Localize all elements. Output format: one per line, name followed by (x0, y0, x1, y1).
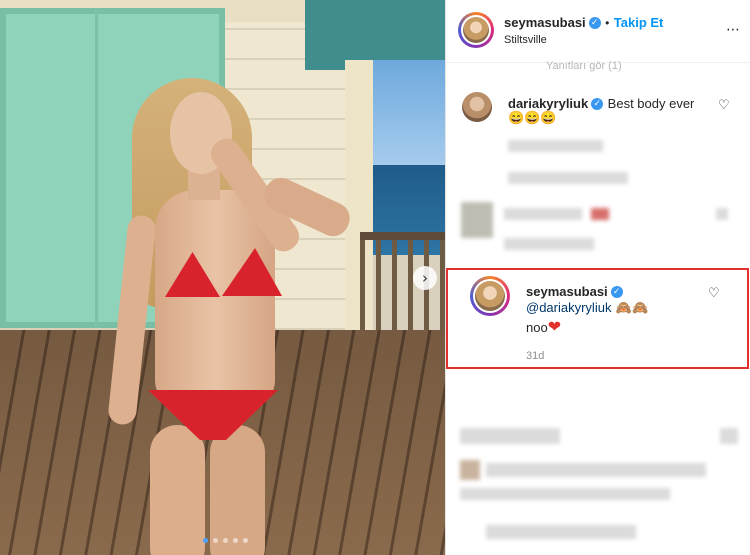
blurred-text (460, 428, 560, 444)
verified-badge-icon: ✓ (588, 16, 601, 29)
blurred-avatar (461, 202, 493, 238)
post-location[interactable]: Stiltsville (504, 34, 547, 46)
blurred-heart (720, 428, 738, 444)
carousel-next-button[interactable]: › (413, 266, 437, 290)
author-avatar[interactable] (458, 12, 494, 48)
post-header: seymasubasi ✓ • Takip Et Stiltsville ⋯ (446, 0, 750, 63)
figure-right-leg (210, 425, 265, 555)
sky (370, 60, 445, 170)
carousel-dot-5 (243, 538, 248, 543)
reply-username[interactable]: seymasubasi (526, 284, 608, 299)
blurred-avatar (460, 460, 480, 480)
carousel-dot-3 (223, 538, 228, 543)
red-heart-icon: ❤ (547, 317, 562, 336)
carousel-dot-2 (213, 538, 218, 543)
comment-text: Best body ever (607, 96, 695, 111)
verified-badge-icon: ✓ (591, 97, 604, 110)
carousel-dots (203, 538, 248, 543)
blurred-emoji (591, 208, 609, 220)
verified-badge-icon: ✓ (610, 285, 623, 298)
reply-emojis: 🙈🙈 (615, 300, 649, 315)
like-heart-icon[interactable]: ♡ (718, 98, 730, 113)
comment-emojis: 😄😄😄 (508, 110, 557, 125)
blurred-text (486, 463, 706, 477)
reply-author-avatar[interactable] (470, 276, 510, 316)
carousel-dot-1 (203, 538, 208, 543)
blurred-text (504, 238, 594, 250)
commenter-avatar[interactable] (462, 92, 492, 122)
more-options-icon[interactable]: ⋯ (726, 22, 741, 38)
blurred-text (508, 140, 603, 152)
view-replies-link[interactable]: Yanıtları gör (1) (546, 60, 622, 72)
reply-like-heart-icon[interactable]: ♡ (708, 286, 720, 301)
commenter-username[interactable]: dariakyryliuk (508, 96, 588, 111)
blurred-text (460, 488, 670, 500)
blurred-heart (716, 208, 728, 220)
post-photo[interactable]: › (0, 0, 445, 555)
reply-mention[interactable]: @dariakyryliuk (526, 300, 611, 315)
reply-text: noo (526, 320, 548, 335)
blurred-text (504, 208, 582, 220)
blurred-text (486, 525, 636, 539)
carousel-dot-4 (233, 538, 238, 543)
follow-button[interactable]: Takip Et (614, 15, 664, 30)
header-separator: • (605, 16, 610, 30)
blurred-text (508, 172, 628, 184)
comments-panel: seymasubasi ✓ • Takip Et Stiltsville ⋯ Ya… (445, 0, 750, 555)
reply-age: 31d (526, 350, 545, 362)
chevron-right-icon: › (422, 269, 428, 287)
author-username[interactable]: seymasubasi (504, 15, 586, 30)
figure-left-leg (150, 425, 205, 555)
